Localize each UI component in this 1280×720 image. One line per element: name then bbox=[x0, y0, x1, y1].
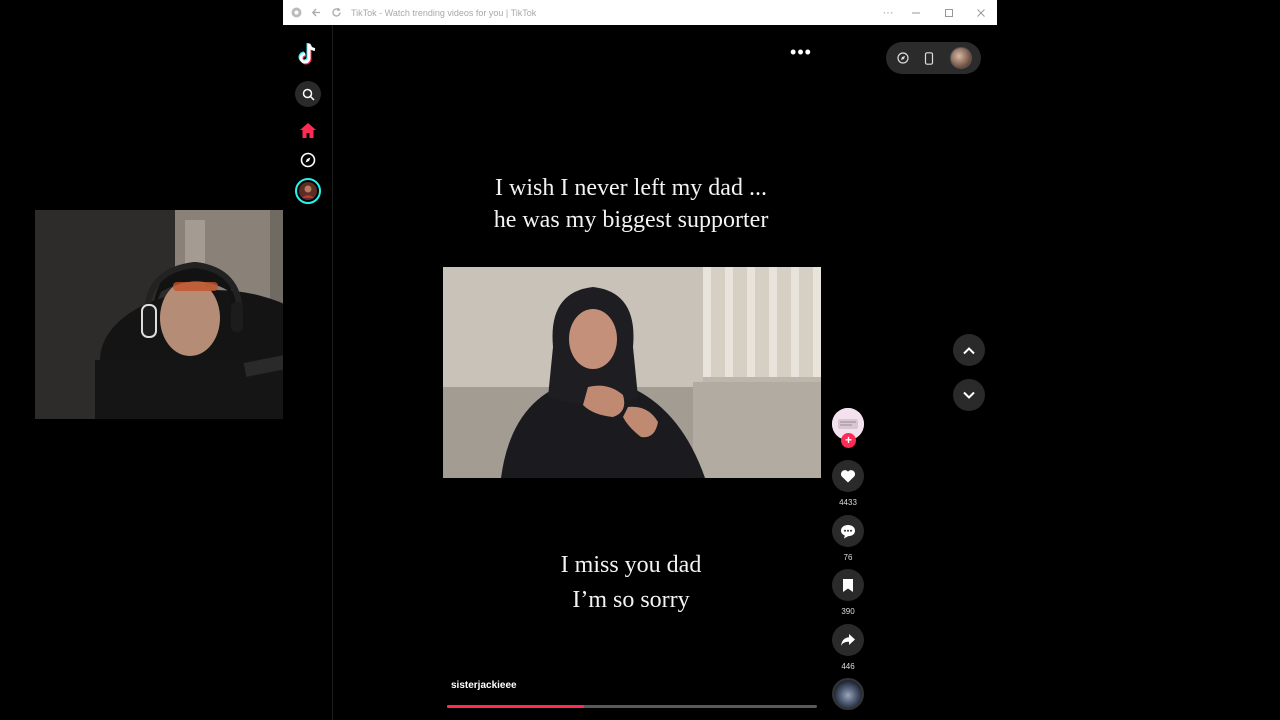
minimize-button[interactable] bbox=[901, 0, 931, 25]
comment-button[interactable] bbox=[832, 515, 864, 547]
video-progress-bar[interactable] bbox=[447, 705, 817, 708]
save-count: 390 bbox=[841, 607, 855, 616]
like-button[interactable] bbox=[832, 460, 864, 492]
browser-window: TikTok - Watch trending videos for you |… bbox=[283, 0, 997, 720]
mobile-icon[interactable] bbox=[920, 49, 938, 67]
video-caption-top: I wish I never left my dad ... he was my… bbox=[443, 172, 819, 236]
creator-username[interactable]: sisterjackieee bbox=[451, 680, 517, 691]
caption-line: I wish I never left my dad ... bbox=[495, 175, 767, 201]
player-controls-pill bbox=[886, 42, 981, 74]
video-frame[interactable] bbox=[443, 267, 821, 478]
caption-line: he was my biggest supporter bbox=[493, 207, 769, 233]
title-bar: TikTok - Watch trending videos for you |… bbox=[283, 0, 997, 25]
heart-icon bbox=[840, 470, 856, 483]
chevron-up-icon bbox=[963, 346, 975, 354]
more-icon[interactable]: ••• bbox=[789, 42, 813, 62]
back-icon[interactable] bbox=[309, 6, 323, 20]
chevron-down-icon bbox=[963, 391, 975, 399]
reload-icon[interactable] bbox=[329, 6, 343, 20]
app-icon bbox=[289, 6, 303, 20]
window-title: TikTok - Watch trending videos for you |… bbox=[351, 7, 537, 18]
share-button[interactable] bbox=[832, 624, 864, 656]
music-disc[interactable] bbox=[832, 678, 864, 710]
avatar[interactable] bbox=[950, 47, 972, 69]
caption-line: I’m so sorry bbox=[572, 587, 690, 613]
sidebar bbox=[283, 25, 333, 720]
compass-icon[interactable] bbox=[295, 147, 321, 173]
close-button[interactable] bbox=[966, 0, 996, 25]
comment-count: 76 bbox=[843, 553, 853, 562]
share-count: 446 bbox=[841, 662, 855, 671]
home-icon[interactable] bbox=[295, 117, 321, 143]
avatar[interactable] bbox=[295, 178, 321, 204]
more-window-options-icon[interactable]: ··· bbox=[873, 0, 903, 25]
like-count: 4433 bbox=[839, 498, 857, 507]
tiktok-logo-icon[interactable] bbox=[295, 41, 321, 67]
video-progress-fill bbox=[447, 705, 584, 708]
search-icon[interactable] bbox=[295, 81, 321, 107]
stage: TikTok - Watch trending videos for you |… bbox=[0, 0, 1280, 720]
caption-line: I miss you dad bbox=[560, 552, 702, 578]
video-caption-bottom: I miss you dad I’m so sorry bbox=[443, 548, 819, 618]
maximize-button[interactable] bbox=[934, 0, 964, 25]
follow-button[interactable]: + bbox=[841, 433, 856, 448]
video-image bbox=[443, 267, 821, 478]
compass-icon[interactable] bbox=[894, 49, 912, 67]
save-button[interactable] bbox=[832, 569, 864, 601]
bookmark-icon bbox=[843, 578, 853, 592]
comment-icon bbox=[841, 524, 855, 538]
previous-video-button[interactable] bbox=[953, 334, 985, 366]
share-icon bbox=[841, 634, 855, 646]
next-video-button[interactable] bbox=[953, 379, 985, 411]
